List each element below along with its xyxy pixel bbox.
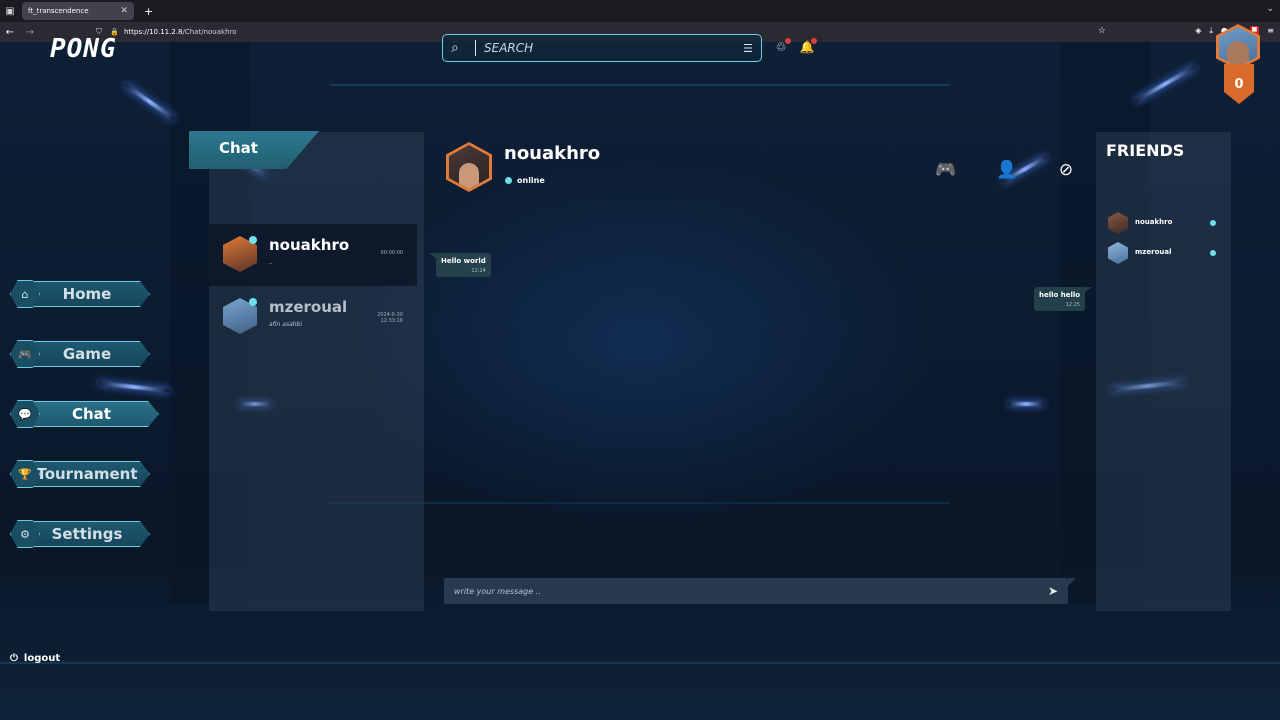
send-icon[interactable]: ➤ bbox=[1048, 584, 1058, 598]
search-input[interactable] bbox=[484, 41, 744, 55]
online-status-dot bbox=[1210, 220, 1216, 226]
peer-status: online bbox=[505, 176, 545, 185]
friend-item[interactable]: mzeroual bbox=[1108, 242, 1220, 264]
peer-status-label: online bbox=[517, 176, 545, 185]
message-input[interactable] bbox=[454, 586, 1048, 596]
online-status-dot bbox=[505, 177, 512, 184]
peer-name: nouakhro bbox=[504, 143, 601, 164]
search-caret bbox=[475, 40, 476, 56]
conversation-time: 2024-0-30 12:33:16 bbox=[377, 312, 403, 324]
back-icon[interactable]: ← bbox=[0, 27, 20, 38]
tab-list-icon[interactable]: ⌄ bbox=[1266, 4, 1274, 14]
bg-neon-light bbox=[124, 83, 176, 121]
conversation-name: nouakhro bbox=[269, 236, 350, 254]
nav-tournament-label: Tournament bbox=[36, 465, 138, 483]
nav-chat-label: Chat bbox=[72, 405, 111, 423]
friend-name: nouakhro bbox=[1135, 218, 1173, 226]
message-time: 12:24 bbox=[471, 268, 486, 274]
message-text: hello hello bbox=[1039, 291, 1081, 299]
menu-icon[interactable]: ≡ bbox=[1267, 26, 1274, 36]
friend-item[interactable]: nouakhro bbox=[1108, 212, 1220, 234]
friend-avatar bbox=[1108, 242, 1128, 264]
nav-home-label: Home bbox=[62, 285, 112, 303]
bg-neon-light bbox=[1008, 402, 1044, 406]
logout-button[interactable]: ⏻ logout bbox=[10, 653, 60, 664]
profile-badge[interactable]: 0 bbox=[1216, 24, 1262, 104]
tab-sidebar-icon[interactable]: ▣ bbox=[0, 0, 20, 22]
bg-neon-light bbox=[97, 381, 171, 393]
profile-avatar[interactable] bbox=[1216, 24, 1260, 70]
browser-tab[interactable]: ft_transcendence ✕ bbox=[22, 2, 134, 20]
conversation-item[interactable]: mzeroual afin asahbi 2024-0-30 12:33:16 bbox=[209, 286, 417, 348]
notification-dot bbox=[785, 38, 791, 44]
message-composer: ➤ bbox=[444, 578, 1076, 604]
friends-panel bbox=[1096, 132, 1231, 611]
friend-avatar bbox=[1108, 212, 1128, 234]
pong-logo[interactable]: PONG bbox=[50, 34, 117, 64]
online-status-dot bbox=[249, 236, 257, 244]
logout-icon: ⏻ bbox=[10, 653, 18, 664]
message-time: 12:25 bbox=[1065, 302, 1081, 308]
forward-icon[interactable]: → bbox=[20, 27, 40, 38]
url-path: /Chat/nouakhro bbox=[182, 28, 237, 36]
bell-icon[interactable]: 🔔 bbox=[799, 38, 817, 56]
level-badge: 0 bbox=[1224, 64, 1254, 104]
bg-frame-line bbox=[330, 84, 950, 86]
friend-name: mzeroual bbox=[1135, 248, 1172, 256]
friends-title: FRIENDS bbox=[1106, 141, 1185, 160]
bookmark-star-icon[interactable]: ☆ bbox=[1098, 26, 1106, 36]
chat-panel-title: Chat bbox=[219, 139, 258, 157]
logout-label: logout bbox=[23, 653, 61, 664]
chat-list-panel bbox=[209, 132, 424, 611]
browser-tab-title: ft_transcendence bbox=[28, 7, 89, 15]
message-outgoing: hello hello 12:25 bbox=[1034, 287, 1093, 311]
new-tab-icon[interactable]: + bbox=[144, 5, 153, 18]
message-incoming: Hello world 12:24 bbox=[429, 253, 491, 277]
invite-game-gamepad-icon[interactable]: 🎮 bbox=[935, 159, 957, 181]
pocket-icon[interactable]: ◈ bbox=[1195, 26, 1201, 36]
nav-game-label: Game bbox=[62, 345, 112, 363]
conversation-preview: afin asahbi bbox=[269, 321, 303, 328]
search-bar[interactable]: ⌕ ☰ bbox=[442, 34, 762, 62]
url-host: https://10.11.2.8 bbox=[124, 28, 183, 36]
view-profile-user-icon[interactable]: 👤 bbox=[996, 159, 1018, 181]
block-user-icon[interactable]: ⊘ bbox=[1055, 159, 1077, 181]
notification-dot bbox=[811, 38, 817, 44]
nav-settings-label: Settings bbox=[51, 525, 123, 543]
conversation-item[interactable]: nouakhro .. 00:00:00 bbox=[209, 224, 417, 286]
search-icon: ⌕ bbox=[451, 40, 459, 56]
friend-requests-icon[interactable]: ♲ bbox=[773, 38, 791, 56]
online-status-dot bbox=[249, 298, 257, 306]
conversation-preview: .. bbox=[269, 259, 273, 266]
bg-frame-line bbox=[0, 662, 1280, 664]
online-status-dot bbox=[1210, 250, 1216, 256]
download-icon[interactable]: ⤓ bbox=[1209, 26, 1213, 36]
message-text: Hello world bbox=[441, 257, 486, 265]
conversation-time: 00:00:00 bbox=[380, 250, 403, 256]
conversation-name: mzeroual bbox=[269, 298, 348, 316]
browser-tab-bar: ▣ ft_transcendence ✕ + ⌄ bbox=[0, 0, 1280, 22]
filter-sliders-icon[interactable]: ☰ bbox=[743, 42, 753, 55]
close-tab-icon[interactable]: ✕ bbox=[120, 6, 128, 16]
